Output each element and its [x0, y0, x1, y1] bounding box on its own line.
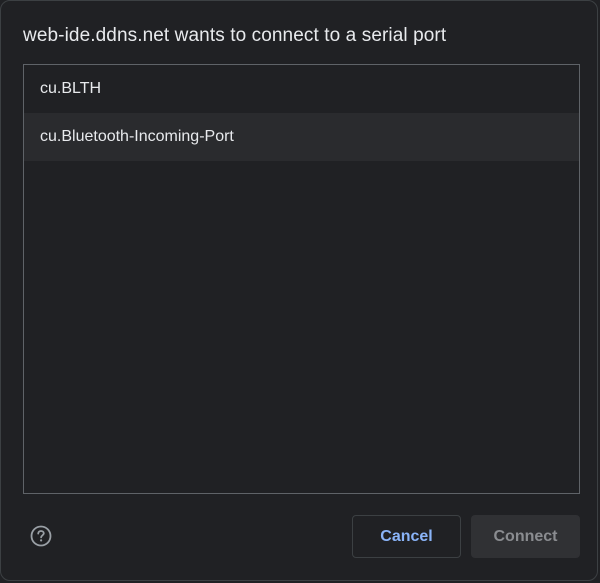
dialog-title: web-ide.ddns.net wants to connect to a s…	[23, 25, 447, 46]
port-item-cu-blth[interactable]: cu.BLTH	[24, 65, 579, 113]
cancel-button[interactable]: Cancel	[352, 515, 461, 558]
port-list[interactable]: cu.BLTH cu.Bluetooth-Incoming-Port	[23, 64, 580, 494]
serial-port-chooser-dialog: web-ide.ddns.net wants to connect to a s…	[0, 0, 598, 581]
connect-button[interactable]: Connect	[471, 515, 580, 558]
help-circle-icon[interactable]	[30, 525, 52, 547]
port-item-cu-bluetooth-incoming-port[interactable]: cu.Bluetooth-Incoming-Port	[24, 113, 579, 161]
